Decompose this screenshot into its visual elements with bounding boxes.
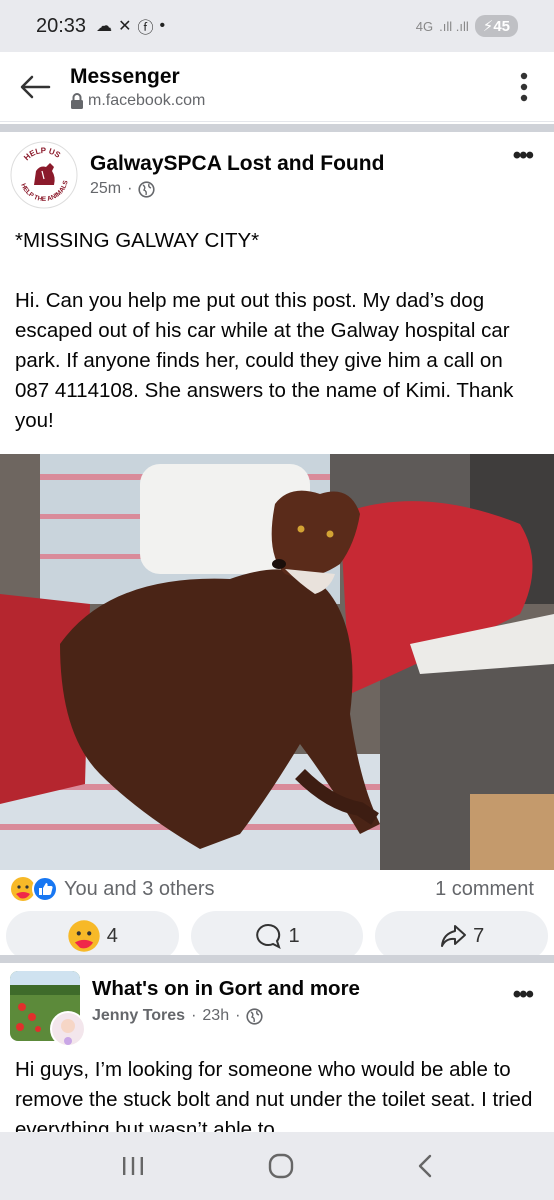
lock-icon [71, 92, 83, 109]
comment-bubble-icon [256, 923, 282, 949]
meta-separator: · [127, 180, 133, 197]
post2-body: Hi guys, I’m looking for someone who wou… [15, 1058, 533, 1132]
post2-author[interactable]: Jenny Tores [92, 1007, 185, 1025]
status-time: 20:33 [36, 14, 87, 37]
page-url: m.facebook.com [88, 91, 206, 109]
home-icon[interactable] [267, 1152, 295, 1180]
reactions-summary[interactable]: You and 3 others [64, 878, 215, 901]
post-author[interactable]: GalwaySPCA Lost and Found [90, 152, 384, 176]
like-reaction-icon [32, 876, 58, 902]
system-nav-bar [0, 1132, 554, 1200]
meta-separator: · [191, 1007, 197, 1024]
post-options-button[interactable]: ••• [513, 981, 544, 1009]
feed-separator [0, 124, 554, 132]
kebab-icon [520, 72, 528, 101]
post2-time[interactable]: 23h [202, 1007, 229, 1025]
share-arrow-icon [441, 925, 467, 947]
back-nav-icon[interactable] [416, 1153, 434, 1179]
comment-button[interactable]: 1 [190, 911, 364, 961]
globe-icon [138, 180, 156, 198]
battery-icon: ⚡45 [474, 15, 518, 37]
battery-level: 45 [493, 18, 510, 35]
post-card: HELP US HELP THE ANIMALS GalwaySPCA Lost… [0, 132, 554, 964]
meta-separator: · [235, 1007, 241, 1024]
comments-count-link[interactable]: 1 comment [435, 878, 544, 901]
recent-apps-icon[interactable] [120, 1154, 146, 1178]
page-avatar[interactable]: HELP US HELP THE ANIMALS [10, 141, 78, 209]
post-time[interactable]: 25m [90, 180, 121, 198]
spca-logo-icon: HELP US HELP THE ANIMALS [10, 141, 78, 209]
missed-call-icon: ✕ [118, 18, 132, 35]
dot-icon: • [159, 17, 166, 34]
react-button[interactable]: 4 [6, 911, 179, 961]
post-headline: *MISSING GALWAY CITY* [15, 229, 260, 252]
cloud-icon: ☁ [96, 18, 113, 35]
status-notification-icons: ☁ ✕ ⓕ • [96, 14, 165, 38]
back-button[interactable] [0, 52, 70, 122]
status-bar: 20:33 ☁ ✕ ⓕ • 4G .ıll .ıll ⚡45 [0, 0, 554, 52]
share-button[interactable]: 7 [375, 911, 549, 961]
user-avatar [50, 1011, 86, 1047]
reaction-count: 4 [106, 924, 118, 947]
feed-separator [0, 955, 554, 963]
share-count: 7 [473, 924, 485, 947]
post-photo-dog[interactable] [0, 454, 554, 870]
network-type: 4G [415, 18, 434, 34]
post-body: Hi. Can you help me put out this post. M… [15, 289, 514, 432]
facebook-icon: ⓕ [137, 20, 154, 37]
signal-icon: .ıll .ıll [439, 18, 469, 34]
care-emoji-icon [68, 920, 100, 952]
overflow-menu-button[interactable] [494, 52, 554, 122]
group-avatar[interactable] [10, 971, 86, 1047]
group-name[interactable]: What's on in Gort and more [92, 977, 360, 1001]
comment-count: 1 [288, 924, 300, 947]
post-card: What's on in Gort and more Jenny Tores ·… [0, 963, 554, 1132]
globe-icon [246, 1007, 264, 1025]
app-bar: Messenger m.facebook.com [0, 52, 554, 122]
arrow-left-icon [20, 75, 51, 98]
post-options-button[interactable]: ••• [513, 142, 544, 170]
app-title: Messenger [70, 64, 180, 88]
